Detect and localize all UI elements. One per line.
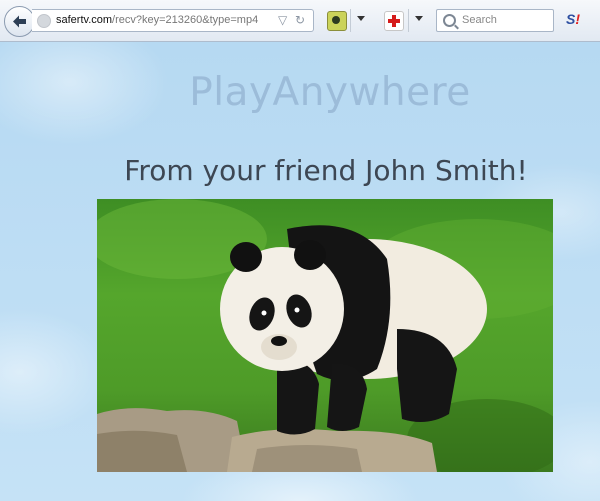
chevron-down-icon[interactable] — [415, 16, 423, 21]
back-arrow-icon — [13, 15, 26, 28]
search-input[interactable]: Search — [436, 9, 554, 32]
search-placeholder: Search — [462, 14, 497, 26]
toolbar-separator — [408, 9, 409, 32]
url-path: /recv?key=213260&type=mp4 — [112, 14, 259, 26]
url-domain: safertv.com — [56, 14, 113, 26]
search-icon — [443, 14, 456, 27]
s-logo-bang: ! — [575, 11, 581, 27]
back-button[interactable] — [4, 6, 35, 37]
brand-title: PlayAnywhere — [189, 70, 471, 115]
panda-photo — [97, 199, 553, 472]
reload-icon[interactable]: ↻ — [295, 13, 305, 27]
browser-toolbar: safertv.com/recv?key=213260&type=mp4 ▽ ↻… — [0, 0, 600, 42]
url-dropdown-icon[interactable]: ▽ — [278, 13, 287, 27]
url-text[interactable]: safertv.com/recv?key=213260&type=mp4 — [56, 14, 258, 26]
s-logo-letter: S — [566, 11, 576, 27]
page-subtitle: From your friend John Smith! — [124, 154, 528, 187]
s-extension-logo-icon[interactable]: S! — [566, 11, 580, 27]
eye-extension-icon[interactable] — [327, 11, 347, 31]
url-bar[interactable]: safertv.com/recv?key=213260&type=mp4 ▽ ↻ — [32, 9, 314, 32]
globe-icon — [37, 14, 51, 28]
page-content: PlayAnywhere From your friend John Smith… — [0, 42, 600, 501]
chevron-down-icon[interactable] — [357, 16, 365, 21]
toolbar-separator — [350, 9, 351, 32]
medical-cross-icon[interactable] — [384, 11, 404, 31]
